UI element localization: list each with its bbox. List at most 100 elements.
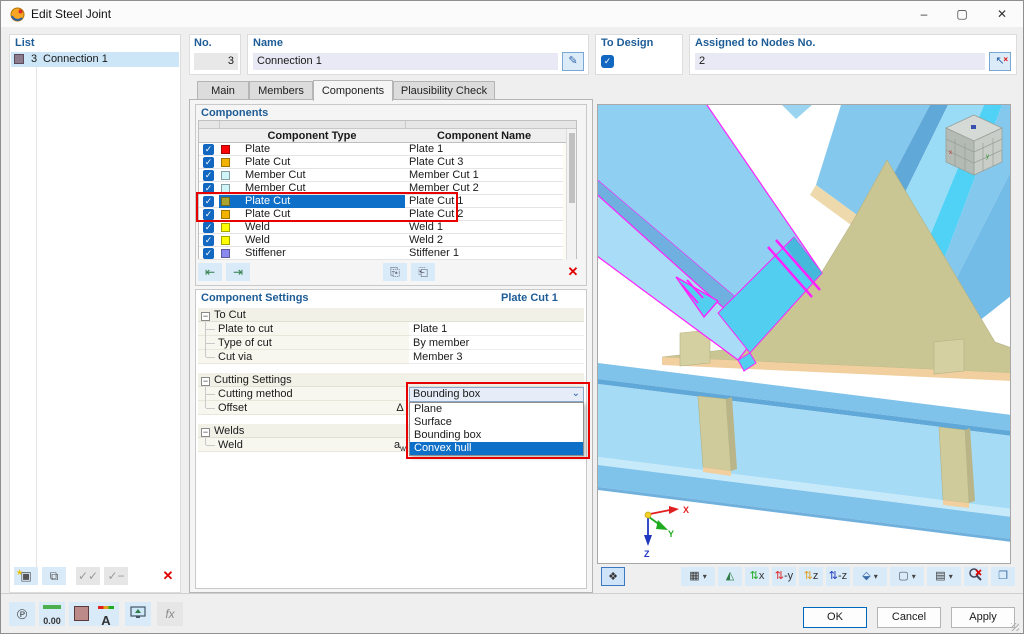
maximize-button[interactable]: ▢: [945, 1, 979, 27]
row-checkbox[interactable]: ✓: [203, 157, 214, 168]
collapse-icon[interactable]: −: [201, 428, 210, 437]
name-input[interactable]: Connection 1: [253, 53, 558, 70]
cancel-button[interactable]: Cancel: [877, 607, 941, 628]
prop-type-of-cut[interactable]: Type of cut: [198, 336, 391, 350]
row-checkbox[interactable]: ✓: [203, 222, 214, 233]
delete-connection-button[interactable]: ✕: [156, 567, 180, 585]
collapse-icon[interactable]: −: [201, 377, 210, 386]
row-checkbox[interactable]: ✓: [203, 144, 214, 155]
column-header-name[interactable]: Component Name: [405, 129, 563, 143]
copy-connection-button[interactable]: ⧉: [42, 567, 66, 585]
pin-dialog-button[interactable]: ℗: [9, 602, 35, 626]
component-color-swatch: [221, 223, 230, 232]
uncheck-all-button[interactable]: ✓−: [104, 567, 128, 585]
new-star-icon: ★: [16, 568, 24, 577]
check-all-button[interactable]: ✓✓: [76, 567, 100, 585]
table-scrollbar[interactable]: [566, 129, 576, 260]
tab-components[interactable]: Components: [313, 80, 393, 101]
tab-members[interactable]: Members: [249, 81, 313, 100]
color-swatch-icon: [73, 606, 89, 621]
tab-main[interactable]: Main: [197, 81, 249, 100]
table-row[interactable]: ✓ Weld Weld 2: [199, 234, 576, 247]
tab-plausibility-check[interactable]: Plausibility Check: [393, 81, 495, 100]
prop-cutting-method[interactable]: Cutting method: [198, 387, 391, 401]
rendering-button[interactable]: [125, 602, 151, 626]
pan-view-button[interactable]: ❖: [601, 567, 625, 586]
tree-tick: [206, 343, 215, 344]
value-cut-via[interactable]: Member 3: [409, 350, 584, 364]
side-panel-button[interactable]: ❐: [991, 567, 1015, 586]
print-button[interactable]: ▤ ▾: [927, 567, 961, 586]
value-type-of-cut[interactable]: By member: [409, 336, 584, 350]
list-item-connection[interactable]: 3 Connection 1: [11, 52, 179, 67]
row-checkbox[interactable]: ✓: [203, 248, 214, 259]
color-settings-button[interactable]: [69, 602, 93, 626]
pick-nodes-button[interactable]: ↖ ×: [989, 52, 1011, 71]
prop-offset[interactable]: Offset: [198, 401, 391, 415]
table-row-selected[interactable]: ✓ Plate Cut Plate Cut 1: [199, 195, 576, 208]
view-mode-button[interactable]: ▦ ▾: [681, 567, 715, 586]
fx-comment-button[interactable]: fx: [157, 602, 183, 626]
apply-button[interactable]: Apply: [951, 607, 1015, 628]
insert-component-button[interactable]: ⇤: [198, 263, 222, 281]
prop-weld[interactable]: Weld: [198, 438, 391, 452]
table-row[interactable]: ✓ Member Cut Member Cut 1: [199, 169, 576, 182]
type-cell: Member Cut: [219, 182, 405, 195]
viewport-3d[interactable]: x y X Y Z: [597, 104, 1011, 564]
group-to-cut[interactable]: − To Cut: [198, 308, 584, 322]
view-z-button[interactable]: ⇅z: [799, 567, 823, 586]
row-checkbox[interactable]: ✓: [203, 183, 214, 194]
decimal-places-button[interactable]: 0.00: [39, 602, 65, 626]
perspective-view-button[interactable]: ◭: [718, 567, 742, 586]
row-checkbox[interactable]: ✓: [203, 235, 214, 246]
cutting-method-dropdown[interactable]: ⌄ Bounding box: [409, 387, 584, 402]
row-checkbox[interactable]: ✓: [203, 196, 214, 207]
option-bounding-box[interactable]: Bounding box: [410, 429, 583, 442]
minimize-button[interactable]: –: [907, 1, 941, 27]
isometric-view-button[interactable]: ⬙ ▾: [853, 567, 887, 586]
table-row[interactable]: ✓ Plate Plate 1: [199, 143, 576, 156]
table-row[interactable]: ✓ Stiffener Stiffener 1: [199, 247, 576, 260]
component-color-swatch: [221, 171, 230, 180]
option-surface[interactable]: Surface: [410, 416, 583, 429]
row-checkbox[interactable]: ✓: [203, 209, 214, 220]
tree-tick: [206, 329, 215, 330]
option-plane[interactable]: Plane: [410, 403, 583, 416]
resize-grip[interactable]: [1011, 623, 1019, 631]
edit-name-button[interactable]: ✎: [562, 52, 584, 71]
table-row[interactable]: ✓ Weld Weld 1: [199, 221, 576, 234]
close-button[interactable]: ✕: [985, 1, 1019, 27]
scrollbar-thumb[interactable]: [569, 133, 575, 203]
import-component-button[interactable]: ⎘: [383, 263, 407, 281]
view-x-button[interactable]: ⇅x: [745, 567, 769, 586]
column-header-type[interactable]: Component Type: [219, 129, 405, 143]
component-color-swatch: [221, 145, 230, 154]
delete-component-button[interactable]: ✕: [561, 263, 585, 281]
navigation-cube[interactable]: x y: [945, 114, 1003, 176]
table-row[interactable]: ✓ Plate Cut Plate Cut 2: [199, 208, 576, 221]
collapse-icon[interactable]: −: [201, 312, 210, 321]
window-title: Edit Steel Joint: [31, 7, 112, 21]
new-connection-button[interactable]: ▣ ★: [14, 567, 38, 585]
group-cutting-settings[interactable]: − Cutting Settings: [198, 373, 584, 387]
prop-cut-via[interactable]: Cut via: [198, 350, 391, 364]
table-row[interactable]: ✓ Plate Cut Plate Cut 3: [199, 156, 576, 169]
type-cell: Plate Cut: [219, 156, 405, 169]
row-checkbox[interactable]: ✓: [203, 170, 214, 181]
to-design-checkbox[interactable]: ✓: [601, 55, 614, 68]
component-color-swatch: [221, 236, 230, 245]
prop-plate-to-cut[interactable]: Plate to cut: [198, 322, 391, 336]
assigned-nodes-input[interactable]: 2: [695, 53, 985, 70]
zoom-cancel-button[interactable]: [964, 567, 988, 586]
ok-button[interactable]: OK: [803, 607, 867, 628]
view-minus-y-button[interactable]: ⇅-y: [772, 567, 796, 586]
table-row[interactable]: ✓ Member Cut Member Cut 2: [199, 182, 576, 195]
add-component-button[interactable]: ⇥: [226, 263, 250, 281]
view-minus-z-button[interactable]: ⇅-z: [826, 567, 850, 586]
option-convex-hull[interactable]: Convex hull: [410, 442, 583, 455]
value-plate-to-cut[interactable]: Plate 1: [409, 322, 584, 336]
projection-cube-button[interactable]: ▢ ▾: [890, 567, 924, 586]
axis-x-label: X: [683, 505, 689, 515]
display-properties-button[interactable]: A: [93, 602, 119, 628]
save-component-button[interactable]: ⎗: [411, 263, 435, 281]
